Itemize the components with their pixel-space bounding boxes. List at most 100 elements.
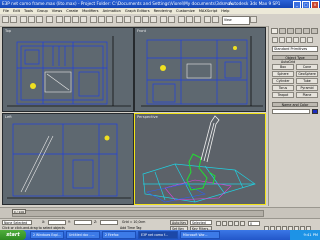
menu-views[interactable]: Views bbox=[52, 9, 62, 13]
shapes-category-icon[interactable] bbox=[279, 37, 285, 43]
spacewarps-category-icon[interactable] bbox=[307, 37, 313, 43]
undo-button[interactable] bbox=[2, 16, 9, 23]
track-bar[interactable] bbox=[12, 210, 264, 217]
menu-tools[interactable]: Tools bbox=[24, 9, 33, 13]
go-to-end-icon[interactable] bbox=[240, 221, 245, 226]
z-coord-field[interactable] bbox=[100, 220, 118, 225]
menu-help[interactable]: Help bbox=[221, 9, 229, 13]
torus-button[interactable]: Torus bbox=[272, 85, 294, 91]
viewport-left-label[interactable]: Left bbox=[5, 115, 12, 119]
task-3ds-max[interactable]: E3P net como f... bbox=[138, 231, 178, 239]
create-tab-icon[interactable] bbox=[271, 28, 278, 34]
menu-group[interactable]: Group bbox=[37, 9, 48, 13]
hierarchy-tab-icon[interactable] bbox=[287, 28, 294, 34]
object-color-swatch[interactable] bbox=[312, 109, 318, 114]
viewport-perspective[interactable]: Perspective bbox=[134, 113, 266, 205]
redo-button[interactable] bbox=[10, 16, 17, 23]
angle-snap-button[interactable] bbox=[142, 16, 149, 23]
mirror-button[interactable] bbox=[160, 16, 167, 23]
viewport-left[interactable]: Left bbox=[2, 113, 134, 205]
viewport-front[interactable]: Front bbox=[134, 27, 266, 112]
go-to-start-icon[interactable] bbox=[216, 221, 221, 226]
rotate-button[interactable] bbox=[98, 16, 105, 23]
pyramid-button[interactable]: Pyramid bbox=[296, 85, 318, 91]
menu-animation[interactable]: Animation bbox=[103, 9, 121, 13]
previous-frame-icon[interactable] bbox=[222, 221, 227, 226]
top-view-drawing bbox=[7, 36, 131, 107]
scale-button[interactable] bbox=[106, 16, 113, 23]
select-object-button[interactable] bbox=[56, 16, 63, 23]
align-button[interactable] bbox=[168, 16, 175, 23]
cylinder-button[interactable]: Cylinder bbox=[272, 78, 294, 84]
reference-coordinate-button[interactable] bbox=[116, 16, 123, 23]
name-and-color-rollout[interactable]: Name and Color bbox=[272, 102, 318, 107]
plane-button[interactable]: Plane bbox=[296, 92, 318, 98]
bind-space-warp-button[interactable] bbox=[36, 16, 43, 23]
menu-file[interactable]: File bbox=[3, 9, 9, 13]
rectangular-selection-button[interactable] bbox=[72, 16, 79, 23]
unlink-button[interactable] bbox=[28, 16, 35, 23]
key-mode-dropdown[interactable]: Selected bbox=[190, 220, 212, 225]
task-windows-explorer[interactable]: 2 Windows Expl... bbox=[30, 231, 64, 239]
task-document[interactable]: Untitled doc - ... bbox=[66, 231, 100, 239]
grid-size: Grid = 10,0cm bbox=[122, 220, 146, 224]
geometry-category-icon[interactable] bbox=[272, 37, 278, 43]
x-coord-field[interactable] bbox=[48, 220, 66, 225]
schematic-view-button[interactable] bbox=[194, 16, 201, 23]
layer-manager-button[interactable] bbox=[178, 16, 185, 23]
render-setup-button[interactable] bbox=[212, 16, 219, 23]
modify-tab-icon[interactable] bbox=[279, 28, 286, 34]
menu-rendering[interactable]: Rendering bbox=[154, 9, 172, 13]
viewport-top-label[interactable]: Top bbox=[5, 29, 11, 33]
lights-category-icon[interactable] bbox=[286, 37, 292, 43]
display-tab-icon[interactable] bbox=[303, 28, 310, 34]
geosphere-button[interactable]: GeoSphere bbox=[296, 71, 318, 77]
curve-editor-button[interactable] bbox=[186, 16, 193, 23]
primitive-category-dropdown[interactable]: Standard Primitives bbox=[272, 46, 318, 52]
viewport-top[interactable]: Top bbox=[2, 27, 134, 112]
box-button[interactable]: Box bbox=[272, 64, 294, 70]
current-frame-field[interactable]: 0 bbox=[248, 221, 260, 226]
teapot-button[interactable]: Teapot bbox=[272, 92, 294, 98]
viewport-perspective-label[interactable]: Perspective bbox=[137, 115, 158, 119]
next-frame-icon[interactable] bbox=[234, 221, 239, 226]
menu-modifiers[interactable]: Modifiers bbox=[82, 9, 98, 13]
auto-key-button[interactable]: Auto Key bbox=[170, 220, 188, 225]
task-firefox[interactable]: 2 Firefox bbox=[102, 231, 136, 239]
move-button[interactable] bbox=[90, 16, 97, 23]
selection-count: None Selected bbox=[2, 220, 32, 225]
viewport-front-label[interactable]: Front bbox=[137, 29, 146, 33]
play-icon[interactable] bbox=[228, 221, 233, 226]
motion-tab-icon[interactable] bbox=[295, 28, 302, 34]
menu-maxscript[interactable]: MAXScript bbox=[199, 9, 217, 13]
menu-customize[interactable]: Customize bbox=[176, 9, 195, 13]
start-button[interactable]: start bbox=[0, 230, 26, 240]
percent-snap-button[interactable] bbox=[150, 16, 157, 23]
selection-filter-button[interactable] bbox=[46, 16, 53, 23]
z-coord-label: Z: bbox=[94, 220, 98, 224]
select-link-button[interactable] bbox=[20, 16, 27, 23]
time-slider[interactable]: 0 / 100 bbox=[12, 209, 26, 214]
menu-graph-editors[interactable]: Graph Editors bbox=[125, 9, 150, 13]
cone-button[interactable]: Cone bbox=[296, 64, 318, 70]
material-editor-button[interactable] bbox=[204, 16, 211, 23]
render-type-dropdown[interactable]: View bbox=[222, 16, 250, 25]
snaps-toggle-button[interactable] bbox=[134, 16, 141, 23]
project-folder-title: - Project Folder: C:\Documents and Setti… bbox=[78, 1, 233, 6]
helpers-category-icon[interactable] bbox=[300, 37, 306, 43]
y-coord-field[interactable] bbox=[74, 220, 92, 225]
front-view-drawing bbox=[141, 36, 263, 107]
pivot-center-button[interactable] bbox=[124, 16, 131, 23]
menu-edit[interactable]: Edit bbox=[13, 9, 20, 13]
window-crossing-button[interactable] bbox=[80, 16, 87, 23]
left-view-drawing bbox=[7, 123, 131, 199]
cameras-category-icon[interactable] bbox=[293, 37, 299, 43]
tube-button[interactable]: Tube bbox=[296, 78, 318, 84]
quick-render-button[interactable] bbox=[250, 16, 257, 23]
utilities-tab-icon[interactable] bbox=[311, 28, 318, 34]
select-by-name-button[interactable] bbox=[64, 16, 71, 23]
sphere-button[interactable]: Sphere bbox=[272, 71, 294, 77]
task-microsoft-word[interactable]: Microsoft Wor... bbox=[180, 231, 220, 239]
menu-create[interactable]: Create bbox=[66, 9, 78, 13]
object-name-field[interactable] bbox=[272, 109, 310, 114]
